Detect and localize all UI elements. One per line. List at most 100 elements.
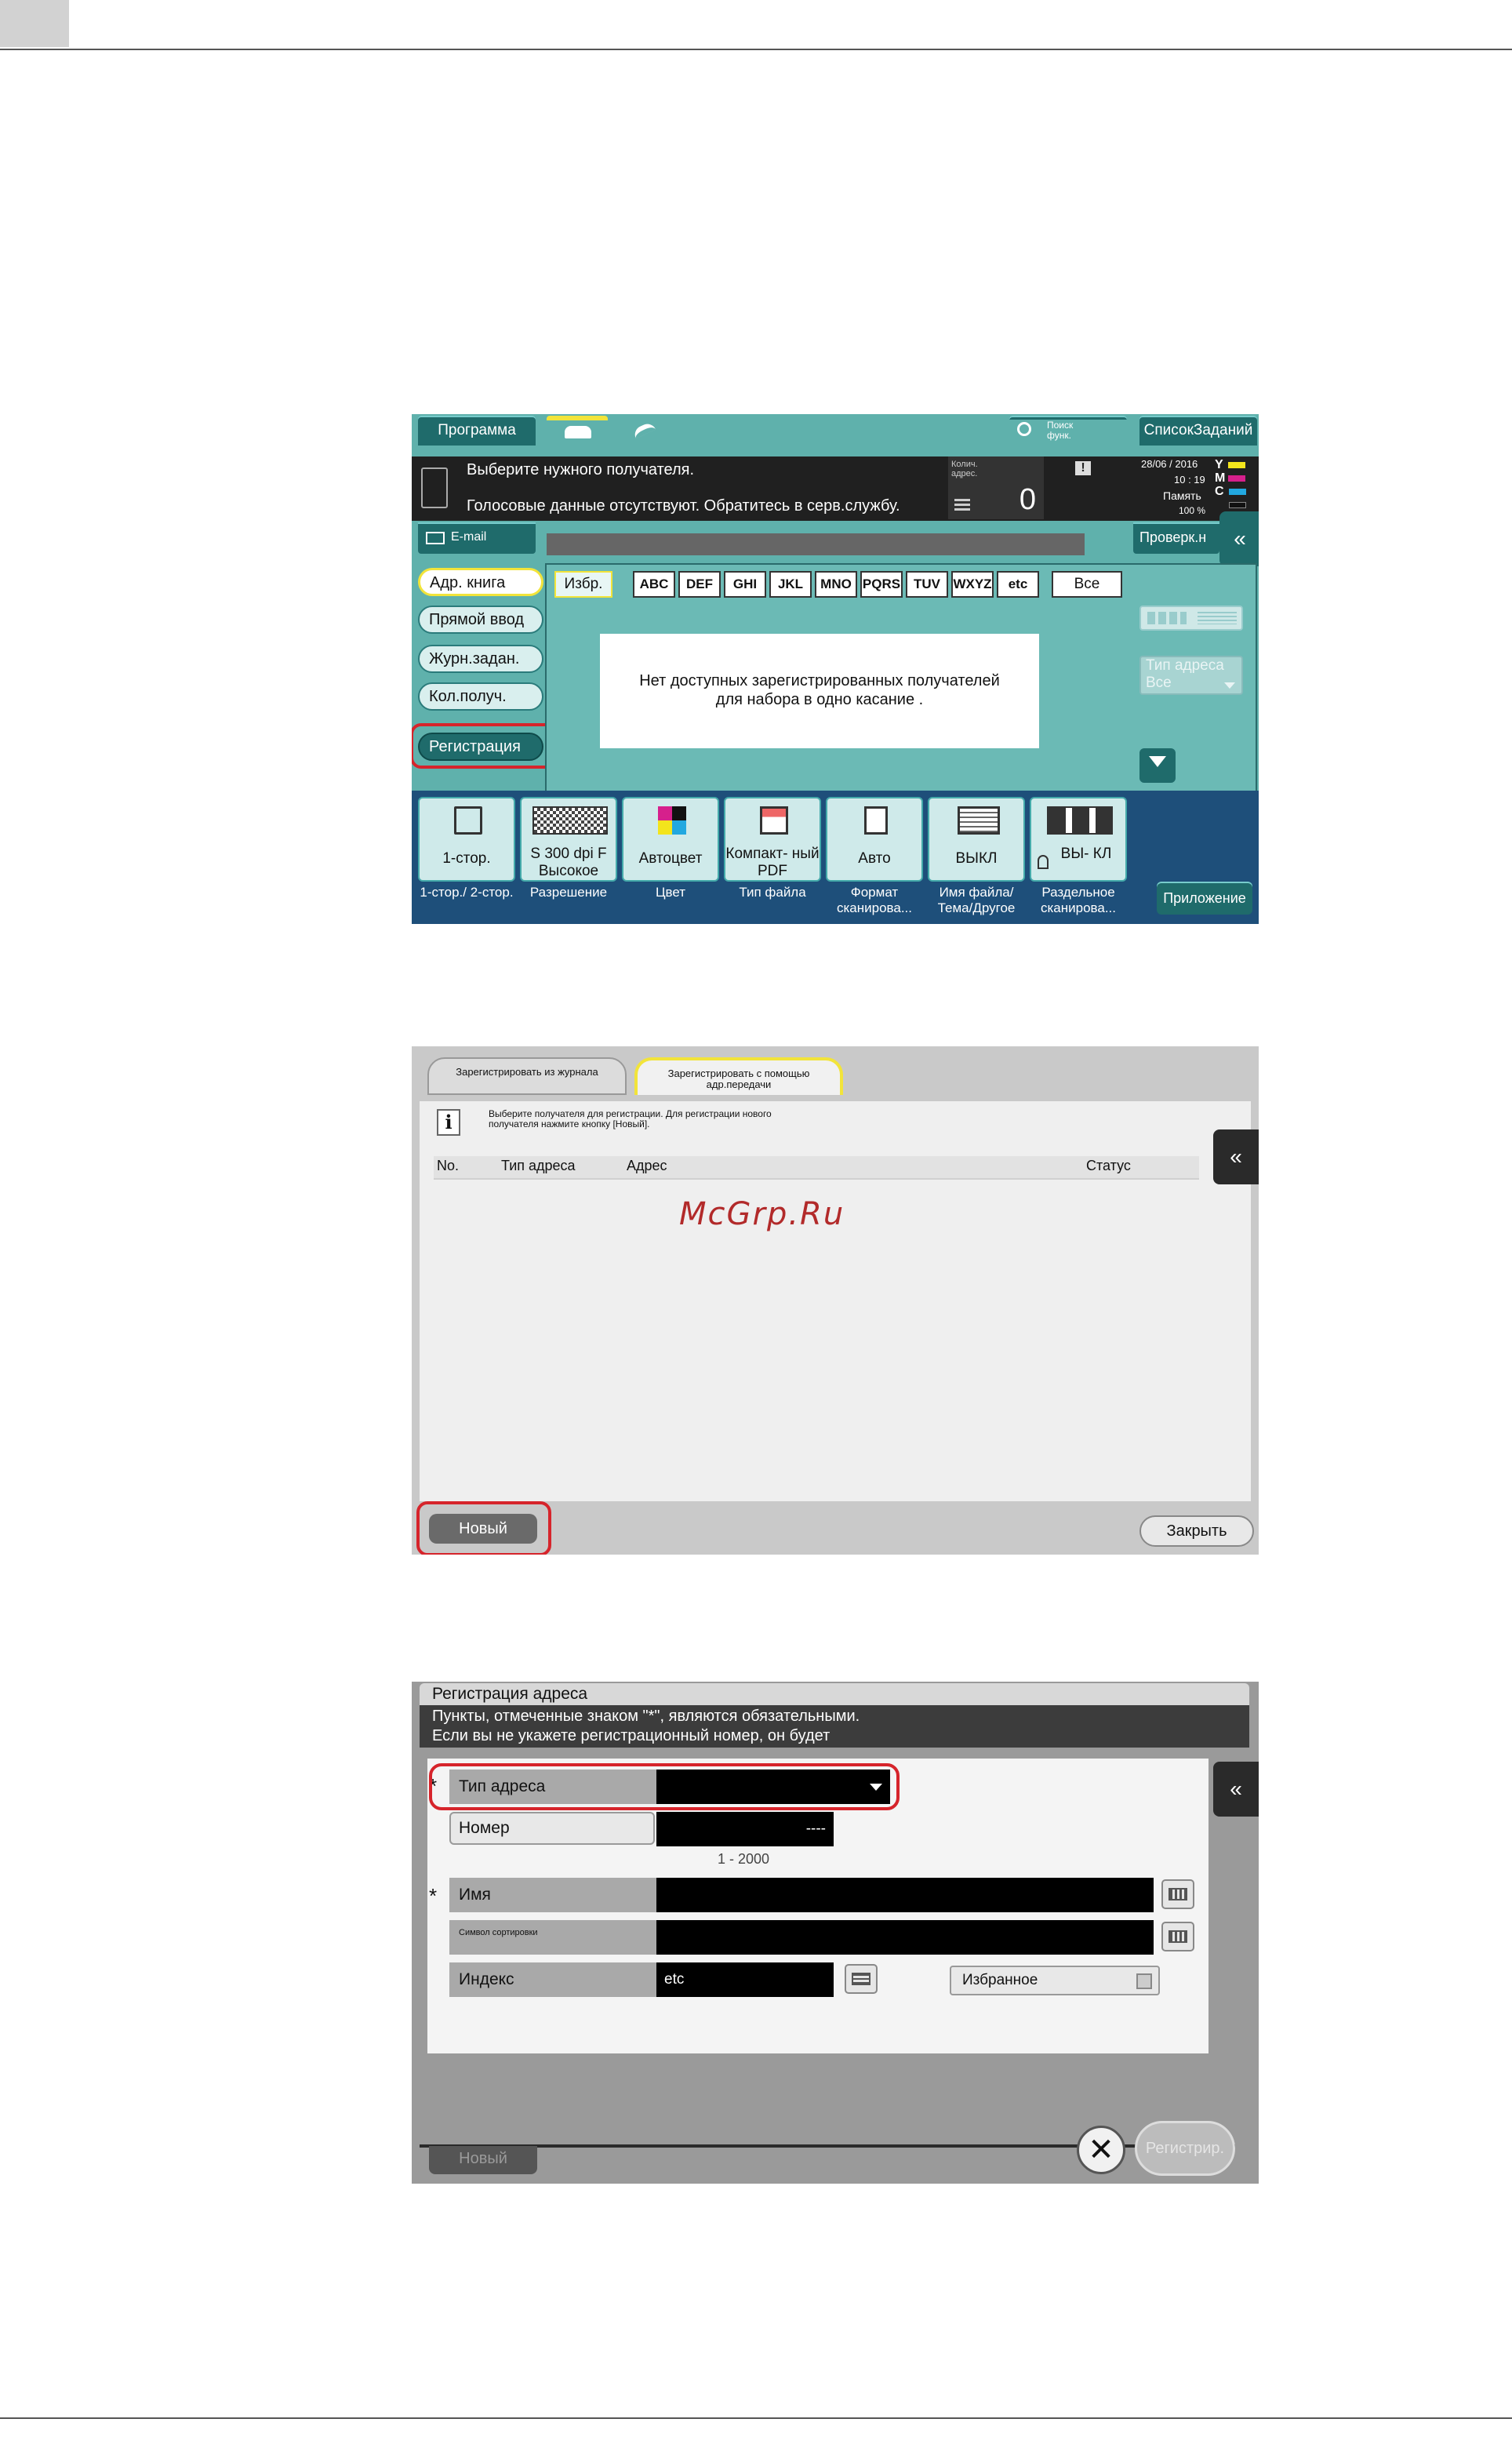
- column-status: Статус: [1086, 1158, 1131, 1173]
- phone-icon: [565, 426, 591, 438]
- resolution-button[interactable]: S 300 dpi F Высокое: [520, 797, 617, 882]
- filename-button[interactable]: ВЫКЛ: [928, 797, 1025, 882]
- file-type-button[interactable]: Компакт- ный PDF: [724, 797, 821, 882]
- tab-register-from-transmission[interactable]: Зарегистрировать с помощью адр.передачи: [634, 1057, 843, 1095]
- info-text: Выберите получателя для регистрации. Для…: [489, 1108, 772, 1129]
- note-line-2: Если вы не укажете регистрационный номер…: [432, 1727, 831, 1744]
- tab-register-from-journal[interactable]: Зарегистрировать из журнала: [427, 1057, 627, 1095]
- program-button[interactable]: Программа: [418, 416, 536, 446]
- tab-wxyz[interactable]: WXYZ: [951, 571, 994, 598]
- register-button[interactable]: Регистрир.: [1135, 2121, 1235, 2176]
- number-button[interactable]: Номер: [449, 1812, 655, 1845]
- name-field[interactable]: [656, 1878, 1154, 1912]
- tab-favorites[interactable]: Избр.: [554, 571, 612, 598]
- tab-etc[interactable]: etc: [997, 571, 1039, 598]
- double-chevron-left-icon: «: [1230, 1144, 1242, 1169]
- tab-def[interactable]: DEF: [678, 571, 721, 598]
- envelope-icon: [426, 532, 445, 544]
- favorite-toggle[interactable]: Избранное: [950, 1966, 1160, 1995]
- toner-c-label: C: [1215, 485, 1224, 498]
- alert-icon: !: [1075, 461, 1091, 475]
- column-no: No.: [437, 1158, 460, 1173]
- document-icon: [421, 467, 448, 508]
- handset-icon: [631, 420, 656, 439]
- keyboard-icon: [1169, 1888, 1187, 1900]
- message-line-1: Выберите нужного получателя.: [467, 461, 695, 478]
- keyboard-button-sort[interactable]: [1161, 1922, 1194, 1951]
- cancel-button[interactable]: ✕: [1077, 2126, 1125, 2174]
- scroll-down-button[interactable]: [1139, 748, 1176, 783]
- scan-size-value: Авто: [858, 850, 891, 867]
- sort-symbol-field[interactable]: [656, 1920, 1154, 1955]
- header-rule: [0, 49, 1512, 50]
- duplex-icon: [454, 806, 482, 835]
- name-label: Имя: [449, 1878, 656, 1912]
- email-button[interactable]: E-mail: [418, 522, 536, 554]
- resolution-label: Разрешение: [529, 885, 608, 900]
- column-address: Адрес: [627, 1158, 667, 1173]
- view-toggle[interactable]: [1139, 606, 1243, 631]
- destination-field[interactable]: [547, 533, 1085, 555]
- mail-doc-icon: [958, 806, 1000, 835]
- address-type-filter[interactable]: Тип адреса Все: [1139, 656, 1243, 695]
- tab-ghi[interactable]: GHI: [724, 571, 766, 598]
- tab-tuv[interactable]: TUV: [906, 571, 948, 598]
- sidebar-item-job-log[interactable]: Журн.задан.: [418, 645, 543, 673]
- fax-tab[interactable]: [547, 416, 608, 438]
- expand-panel-button[interactable]: «: [1213, 1762, 1259, 1817]
- list-view-icon: [1198, 612, 1237, 624]
- close-icon: ✕: [1088, 2133, 1114, 2167]
- footer-rule: [0, 2417, 1512, 2419]
- search-function-label: Поиск функ.: [1047, 420, 1074, 441]
- number-field[interactable]: ----: [656, 1812, 834, 1846]
- recipient-count-caption: Колич. адрес.: [951, 460, 978, 478]
- scroll-down-icon: [1149, 756, 1166, 767]
- sidebar-item-multi-recipient[interactable]: Кол.получ.: [418, 682, 543, 711]
- expand-panel-button[interactable]: «: [1219, 511, 1259, 566]
- sort-symbol-label: Символ сортировки: [449, 1920, 656, 1955]
- separate-scan-value: ВЫ- КЛ: [1060, 846, 1112, 862]
- index-list-button[interactable]: [845, 1964, 878, 1994]
- check-button[interactable]: Проверк.н: [1133, 522, 1219, 554]
- duplex-value: 1-стор.: [442, 850, 491, 867]
- grid-view-icon: [1147, 612, 1187, 624]
- scan-size-button[interactable]: Авто: [826, 797, 923, 882]
- scan-size-label: Формат сканирова...: [836, 885, 913, 915]
- screen-address-registration: Регистрация адреса Пункты, отмеченные зн…: [412, 1682, 1259, 2184]
- chevron-down-icon: [1224, 682, 1235, 689]
- keyboard-button-name[interactable]: [1161, 1879, 1194, 1909]
- time: 10 : 19: [1174, 474, 1205, 486]
- search-function-button[interactable]: Поиск функ.: [1009, 416, 1127, 441]
- date: 28/06 / 2016: [1141, 458, 1198, 470]
- application-button[interactable]: Приложение: [1157, 882, 1252, 915]
- sidebar-item-address-book[interactable]: Адр. книга: [418, 568, 543, 596]
- tab-jkl[interactable]: JKL: [769, 571, 812, 598]
- tab-all[interactable]: Все: [1052, 571, 1122, 598]
- filename-label: Имя файла/ Тема/Другое: [937, 885, 1016, 915]
- page-title: Регистрация адреса: [432, 1685, 588, 1703]
- index-field[interactable]: etc: [656, 1962, 834, 1997]
- table-header-divider: [434, 1178, 1199, 1180]
- favorite-checkbox[interactable]: [1136, 1973, 1152, 1989]
- job-list-button[interactable]: СписокЗаданий: [1139, 416, 1257, 446]
- tab-mno[interactable]: MNO: [815, 571, 857, 598]
- memory-label: Память: [1163, 489, 1201, 502]
- tab-pqrs[interactable]: PQRS: [860, 571, 903, 598]
- expand-panel-button[interactable]: «: [1213, 1129, 1259, 1184]
- required-mark-name: *: [429, 1884, 438, 1908]
- index-label: Индекс: [449, 1962, 656, 1997]
- message-bar: Выберите нужного получателя. Голосовые д…: [412, 456, 1259, 521]
- toner-m-label: M: [1215, 471, 1226, 485]
- no-recipients-line-1: Нет доступных зарегистрированных получат…: [639, 672, 1000, 689]
- tab-abc[interactable]: ABC: [633, 571, 675, 598]
- file-type-label: Тип файла: [739, 885, 806, 900]
- number-range: 1 - 2000: [718, 1851, 770, 1867]
- sidebar-item-direct-input[interactable]: Прямой ввод: [418, 606, 543, 634]
- separate-scan-button[interactable]: ВЫ- КЛ: [1030, 797, 1127, 882]
- color-button[interactable]: Автоцвет: [622, 797, 719, 882]
- duplex-label: 1-стор./ 2-стор.: [420, 885, 514, 900]
- close-button[interactable]: Закрыть: [1139, 1515, 1254, 1547]
- pdf-icon: [760, 806, 788, 835]
- duplex-button[interactable]: 1-стор.: [418, 797, 515, 882]
- screen-register-from-transmission: Зарегистрировать из журнала Зарегистриро…: [412, 1046, 1259, 1555]
